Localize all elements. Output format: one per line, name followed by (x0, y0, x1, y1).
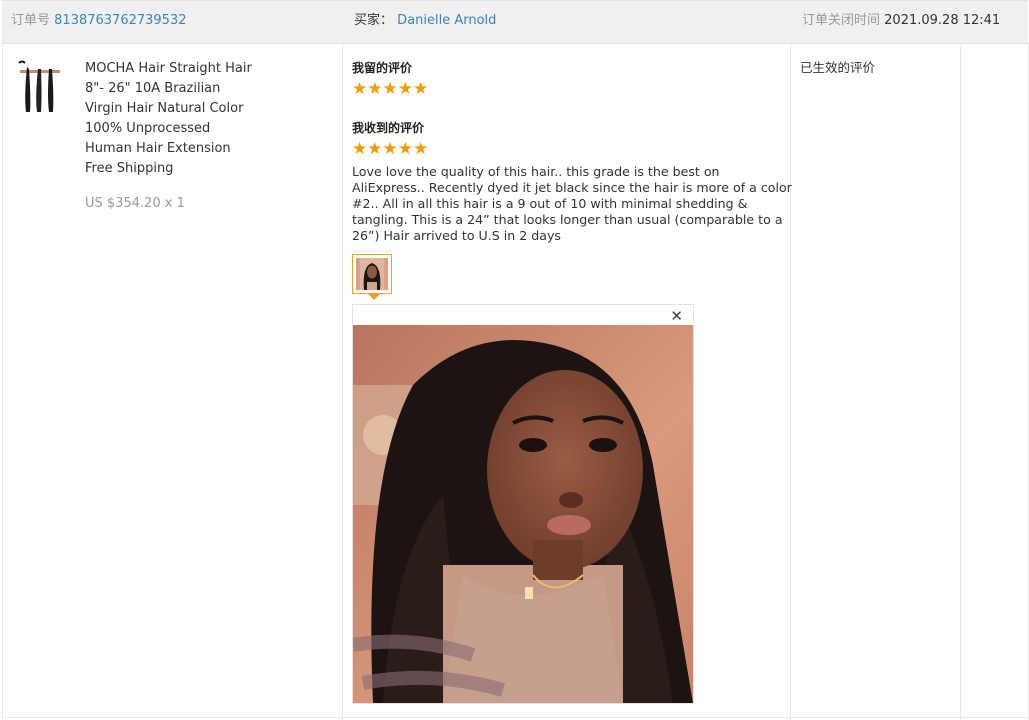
order-number-label: 订单号 (11, 13, 51, 28)
thumbnail-pointer (368, 294, 380, 300)
review-status: 已生效的评价 (800, 60, 876, 75)
my-review-title: 我留的评价 (352, 61, 413, 75)
star-icon: ★ (413, 139, 429, 159)
close-time-group: 订单关闭时间 2021.09.28 12:41 (802, 1, 1000, 41)
product-title-line: Free Shipping (85, 161, 174, 176)
buyer-name-link[interactable]: Danielle Arnold (397, 13, 496, 28)
buyer-group: 买家： Danielle Arnold (354, 1, 496, 41)
column-divider (342, 43, 343, 720)
my-review-rating: ★★★★★ (352, 80, 428, 98)
row-divider (2, 717, 1028, 718)
order-number-link[interactable]: 8138763762739532 (54, 13, 186, 28)
product-title-line: MOCHA Hair Straight Hair (85, 61, 252, 76)
star-icon: ★ (382, 139, 398, 159)
review-photo-thumb-image (356, 258, 388, 290)
order-number-group: 订单号 8138763762739532 (11, 1, 187, 41)
star-icon: ★ (397, 79, 413, 99)
product-price: US $354.20 x 1 (85, 196, 185, 211)
review-photo-large (353, 325, 693, 703)
hair-bundles-image (14, 57, 66, 117)
close-time-label: 订单关闭时间 (802, 13, 881, 28)
column-divider (790, 43, 791, 720)
product-title-line: 8"- 26" 10A Brazilian (85, 81, 221, 96)
order-header: 订单号 8138763762739532 买家： Danielle Arnold… (2, 0, 1028, 44)
received-review-rating: ★★★★★ (352, 140, 428, 158)
review-photo-preview: ✕ (352, 304, 694, 704)
column-divider (2, 43, 3, 720)
star-icon: ★ (397, 139, 413, 159)
star-icon: ★ (413, 79, 429, 99)
star-icon: ★ (352, 139, 368, 159)
product-title-line: Virgin Hair Natural Color (85, 101, 244, 116)
received-review-title: 我收到的评价 (352, 121, 425, 135)
buyer-label: 买家： (354, 13, 394, 28)
close-time-value: 2021.09.28 12:41 (884, 13, 1001, 28)
review-photo-thumbnail[interactable] (352, 254, 392, 294)
order-review-panel: 订单号 8138763762739532 买家： Danielle Arnold… (0, 0, 1029, 720)
product-title[interactable]: MOCHA Hair Straight Hair 8"- 26" 10A Bra… (85, 59, 265, 179)
star-icon: ★ (352, 79, 368, 99)
product-title-line: 100% Unprocessed (85, 121, 211, 136)
product-title-line: Human Hair Extension (85, 141, 231, 156)
column-divider (960, 43, 961, 720)
star-icon: ★ (367, 139, 383, 159)
star-icon: ★ (367, 79, 383, 99)
close-icon[interactable]: ✕ (670, 307, 683, 325)
star-icon: ★ (382, 79, 398, 99)
review-text: Love love the quality of this hair.. thi… (352, 164, 792, 243)
